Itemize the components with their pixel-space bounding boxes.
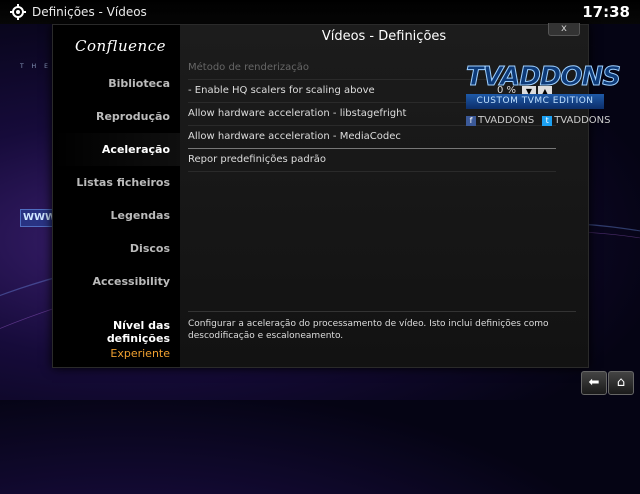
option-label: - Enable HQ scalers for scaling above [188,85,375,96]
option-label: Allow hardware acceleration - MediaCodec [188,131,401,142]
twitter-icon: t [542,116,553,126]
home-icon: ⌂ [616,375,626,390]
option-label: Repor predefinições padrão [188,154,327,165]
twitter-label: TVADDONS [554,115,611,126]
edition-badge: CUSTOM TVMC EDITION [466,94,604,109]
sidebar-item-legendas[interactable]: Legendas [53,199,180,232]
twitter-link: t TVADDONS [542,115,611,126]
option-reset-defaults[interactable]: Repor predefinições padrão [188,149,556,172]
sidebar-item-listas-ficheiros[interactable]: Listas ficheiros [53,166,180,199]
facebook-icon: f [466,116,476,126]
settings-level-button[interactable]: Nível das definições Experiente [53,319,170,360]
tvaddons-logo: TVADDONS [466,62,622,93]
settings-level-value: Experiente [110,347,170,360]
dialog-title: Vídeos - Definições [321,29,447,44]
settings-level-label: Nível das definições [106,319,170,345]
sidebar-menu: Biblioteca Reprodução Aceleração Listas … [53,67,180,298]
sidebar-item-accessibility[interactable]: Accessibility [53,265,180,298]
breadcrumb: Definições - Vídeos [32,5,147,19]
home-button[interactable]: ⌂ [608,371,634,395]
option-label: Método de renderização [188,62,310,73]
close-button[interactable]: x [548,23,580,36]
option-mediacodec[interactable]: Allow hardware acceleration - MediaCodec [188,126,556,149]
setting-description: Configurar a aceleração do processamento… [188,311,576,342]
social-links: f TVADDONS t TVADDONS [466,115,616,126]
confluence-logo: Confluence [75,37,166,55]
back-button[interactable]: ⬅ [581,371,607,395]
gear-icon [10,4,26,20]
facebook-label: TVADDONS [478,115,535,126]
sidebar-item-aceleracao[interactable]: Aceleração [53,133,180,166]
sidebar-item-discos[interactable]: Discos [53,232,180,265]
sidebar: Confluence Biblioteca Reprodução Acelera… [53,25,180,367]
top-bar: Definições - Vídeos 17:38 [0,0,640,24]
back-arrow-icon: ⬅ [588,375,600,390]
tvaddons-overlay: TVADDONS CUSTOM TVMC EDITION f TVADDONS t… [466,62,622,126]
sidebar-item-reproducao[interactable]: Reprodução [53,100,180,133]
clock: 17:38 [582,3,630,21]
sidebar-item-biblioteca[interactable]: Biblioteca [53,67,180,100]
option-label: Allow hardware acceleration - libstagefr… [188,108,407,119]
facebook-link: f TVADDONS [466,115,534,126]
